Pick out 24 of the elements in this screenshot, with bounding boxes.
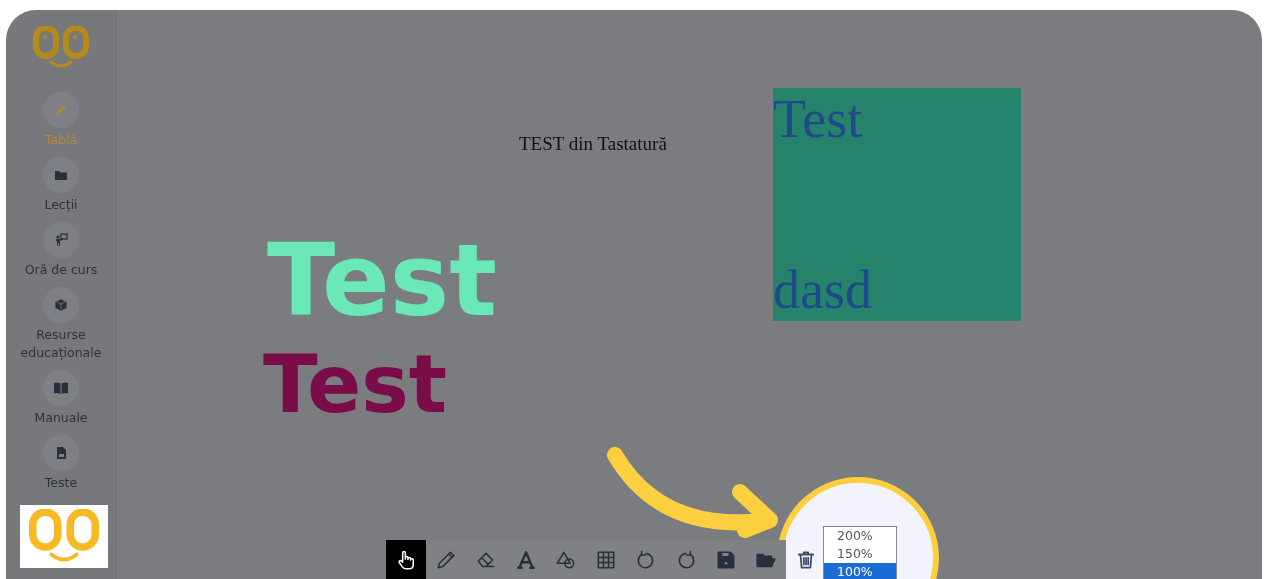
handwritten-text: Test xyxy=(267,222,498,340)
sidebar-item[interactable]: Manuale xyxy=(11,370,111,427)
canvas-text: TEST din Tastatură xyxy=(519,133,667,155)
pencil-icon xyxy=(435,548,457,571)
zoom-option[interactable]: 150% xyxy=(824,545,896,563)
zoom-option[interactable]: 200% xyxy=(824,527,896,545)
sidebar-item[interactable]: Teste xyxy=(11,435,111,492)
trash-icon xyxy=(795,548,817,571)
sidebar-item[interactable]: Lecții xyxy=(11,157,111,214)
text-box-line: dasd xyxy=(773,259,872,321)
toolbar-button[interactable] xyxy=(386,540,426,579)
whiteboard-canvas[interactable]: Test dasd TEST din Tastatură Test Test 200% 150% 100% xyxy=(117,10,1262,579)
pencil-icon xyxy=(53,102,69,118)
text-box-line: Test xyxy=(773,88,863,150)
cube-icon xyxy=(53,297,69,313)
letter-a-icon xyxy=(515,548,537,571)
sidebar-item[interactable]: Oră de curs xyxy=(11,222,111,279)
smiley-logo-icon xyxy=(33,26,89,70)
handwritten-text: Test xyxy=(263,340,448,430)
book-icon xyxy=(53,380,69,396)
sidebar-item[interactable]: Resurse educaționale xyxy=(11,287,111,362)
hand-pointer-icon xyxy=(395,548,417,571)
teacher-board-icon xyxy=(53,232,69,248)
zoom-option[interactable]: 100% xyxy=(824,563,896,579)
